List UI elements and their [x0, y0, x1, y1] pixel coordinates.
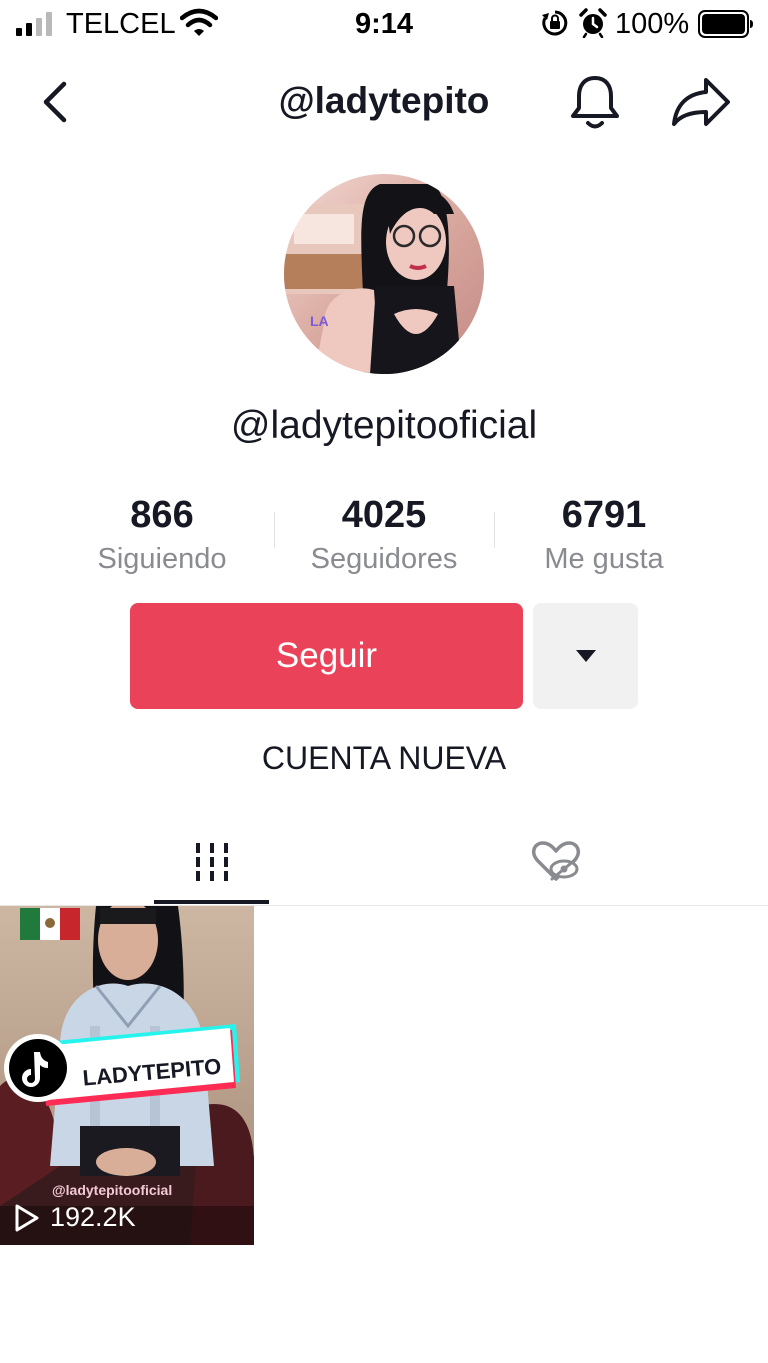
- follow-button[interactable]: Seguir: [130, 603, 523, 709]
- alarm-icon: [579, 8, 607, 38]
- profile-tabs: [0, 820, 768, 906]
- following-label: Siguiendo: [97, 543, 227, 575]
- battery-percent: 100%: [615, 8, 690, 40]
- avatar-image: LA: [284, 174, 484, 374]
- profile-stats: 866 Siguiendo 4025 Seguidores 6791 Me gu…: [0, 494, 768, 580]
- battery-icon: [698, 10, 753, 38]
- play-icon: [15, 1204, 39, 1231]
- hidden-heart-icon: [531, 841, 580, 881]
- play-count-row: 192.2K: [14, 1202, 136, 1233]
- svg-text:LA: LA: [310, 313, 329, 329]
- page-title: @ladytepito: [278, 80, 490, 121]
- tiktok-sticker: LADYTEPITO: [4, 1024, 240, 1106]
- profile-username: @ladytepitooficial: [230, 404, 538, 447]
- video-handle-overlay: @ladytepitooficial: [52, 1182, 173, 1198]
- stat-following[interactable]: 866 Siguiendo: [52, 494, 272, 576]
- avatar[interactable]: LA: [284, 174, 484, 374]
- stat-likes: 6791 Me gusta: [494, 494, 714, 576]
- following-count: 866: [130, 494, 194, 536]
- profile-bio: CUENTA NUEVA: [261, 740, 507, 776]
- play-count: 192.2K: [50, 1202, 136, 1232]
- stat-followers[interactable]: 4025 Seguidores: [274, 494, 494, 576]
- likes-label: Me gusta: [544, 543, 664, 575]
- followers-count: 4025: [341, 494, 427, 536]
- suggested-accounts-button[interactable]: [533, 603, 638, 709]
- tab-liked-private[interactable]: [498, 820, 613, 904]
- grid-icon: [195, 843, 228, 881]
- active-tab-indicator: [154, 900, 269, 904]
- followers-label: Seguidores: [310, 543, 458, 575]
- status-bar: TELCEL 9:14 100%: [0, 0, 768, 50]
- video-thumbnail[interactable]: LADYTEPITO @ladytepitooficial 192.2K: [0, 906, 254, 1245]
- profile-header: @ladytepito: [0, 62, 768, 142]
- likes-count: 6791: [561, 494, 647, 536]
- rotation-lock-icon: [542, 10, 568, 36]
- bell-icon[interactable]: [566, 72, 624, 132]
- caret-down-icon: [575, 650, 596, 662]
- tab-videos[interactable]: [154, 820, 269, 904]
- share-icon[interactable]: [670, 74, 732, 130]
